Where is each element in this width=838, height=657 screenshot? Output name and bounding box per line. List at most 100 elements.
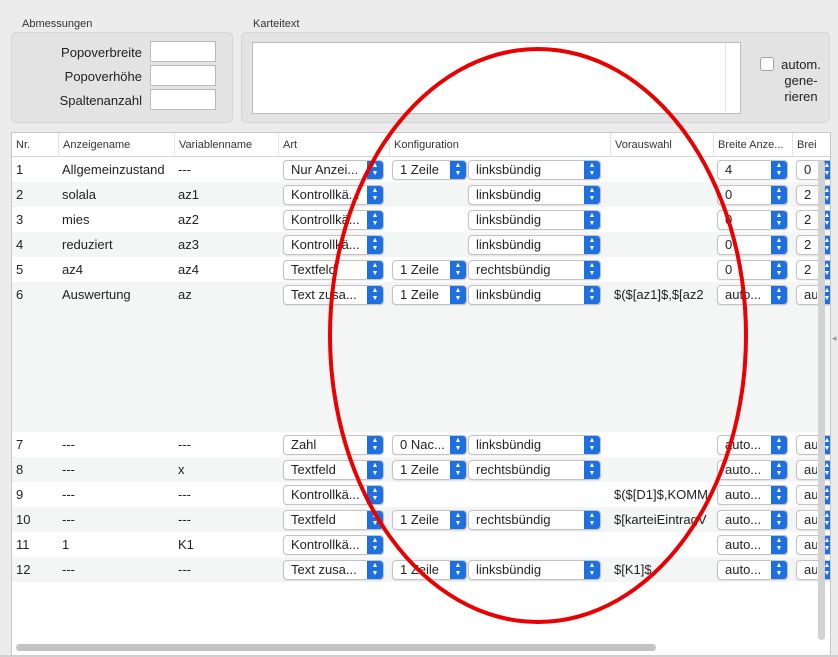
- resize-handle-icon[interactable]: ◂: [832, 333, 837, 344]
- display-width-popup[interactable]: auto... ▲ ▼: [717, 485, 788, 505]
- table-row[interactable]: 5 az4 az4 Textfeld ▲ ▼ 1 Zeile ▲ ▼ rechtsbündig ▲ ▼…: [12, 257, 830, 282]
- config-lines-popup-label: 1 Zeile: [400, 512, 440, 527]
- type-popup[interactable]: Textfeld ▲ ▼: [283, 510, 384, 530]
- table-row[interactable]: 8 --- x Textfeld ▲ ▼ 1 Zeile ▲ ▼ rechtsbündig ▲ ▼ au…: [12, 457, 830, 482]
- preselection: $($[D1]$,KOMM: [614, 487, 708, 502]
- display-name: solala: [62, 187, 96, 202]
- type-popup[interactable]: Kontrollkä... ▲ ▼: [283, 485, 384, 505]
- table-row[interactable]: 6 Auswertung az Text zusa... ▲ ▼ 1 Zeile ▲ ▼ link…: [12, 282, 830, 432]
- row-number: 9: [16, 487, 24, 502]
- width-2-popup[interactable]: au▲▼: [796, 285, 830, 305]
- column-header-art[interactable]: Art: [278, 133, 389, 157]
- display-width-popup[interactable]: 0 ▲ ▼: [717, 210, 788, 230]
- display-width-popup[interactable]: auto... ▲ ▼: [717, 535, 788, 555]
- width-2-popup[interactable]: 0 ▲ ▼: [796, 160, 830, 180]
- type-popup[interactable]: Kontrollkä... ▲ ▼: [283, 185, 384, 205]
- width-2-popup-label: au: [804, 512, 817, 527]
- display-width-popup[interactable]: 0 ▲ ▼: [717, 185, 788, 205]
- type-popup[interactable]: Kontrollkä... ▲ ▼: [283, 235, 384, 255]
- column-header-breite-anzeige[interactable]: Breite Anze...: [713, 133, 792, 157]
- config-align-popup[interactable]: linksbündig ▲ ▼: [468, 185, 601, 205]
- display-width-popup[interactable]: 0 ▲ ▼: [717, 235, 788, 255]
- config-lines-popup[interactable]: 1 Zeile ▲ ▼: [392, 160, 467, 180]
- config-align-popup[interactable]: linksbündig ▲ ▼: [468, 160, 601, 180]
- width-2-popup[interactable]: au▲▼: [796, 560, 830, 580]
- display-width-popup[interactable]: 4 ▲ ▼: [717, 160, 788, 180]
- display-width-popup[interactable]: auto... ▲ ▼: [717, 435, 788, 455]
- column-header-variablenname[interactable]: Variablenname: [174, 133, 278, 157]
- width-2-popup-label: 2: [804, 212, 812, 227]
- config-align-popup[interactable]: linksbündig ▲ ▼: [468, 235, 601, 255]
- popup-chevrons-icon: ▲ ▼: [584, 211, 600, 229]
- type-popup-label: Textfeld: [291, 512, 336, 527]
- config-align-popup[interactable]: linksbündig ▲ ▼: [468, 210, 601, 230]
- display-width-popup[interactable]: auto... ▲ ▼: [717, 510, 788, 530]
- width-2-popup[interactable]: 2 ▲ ▼: [796, 235, 830, 255]
- config-lines-popup[interactable]: 1 Zeile ▲ ▼: [392, 510, 467, 530]
- horizontal-scrollbar[interactable]: [16, 644, 656, 651]
- table-row[interactable]: 4 reduziert az3 Kontrollkä... ▲ ▼ linksbündig ▲…: [12, 232, 830, 257]
- table-row[interactable]: 10 --- --- Textfeld ▲ ▼ 1 Zeile ▲ ▼ rechtsbündig ▲…: [12, 507, 830, 532]
- display-width-popup[interactable]: auto... ▲ ▼: [717, 460, 788, 480]
- type-popup[interactable]: Kontrollkä... ▲ ▼: [283, 210, 384, 230]
- column-count-field[interactable]: [150, 89, 216, 110]
- auto-generate-checkbox[interactable]: [760, 57, 774, 71]
- type-popup-label: Zahl: [291, 437, 317, 452]
- config-lines-popup-label: 1 Zeile: [400, 287, 440, 302]
- display-width-popup-label: auto...: [725, 487, 762, 502]
- config-lines-popup[interactable]: 1 Zeile ▲ ▼: [392, 460, 467, 480]
- type-popup[interactable]: Textfeld ▲ ▼: [283, 260, 384, 280]
- table-row[interactable]: 7 --- --- Zahl ▲ ▼ 0 Nac... ▲ ▼ linksbündig ▲ ▼ auto…: [12, 432, 830, 457]
- table-row[interactable]: 111K1Kontrollkä...▲▼auto...▲▼au▲▼: [12, 532, 830, 557]
- config-lines-popup[interactable]: 1 Zeile ▲ ▼: [392, 560, 467, 580]
- popup-chevrons-icon: ▲ ▼: [771, 286, 787, 304]
- width-2-popup[interactable]: au▲▼: [796, 510, 830, 530]
- type-popup[interactable]: Nur Anzei... ▲ ▼: [283, 160, 384, 180]
- width-2-popup[interactable]: au▲▼: [796, 485, 830, 505]
- column-header-anzeigename[interactable]: Anzeigename: [58, 133, 174, 157]
- column-header-breite-2[interactable]: Brei: [792, 133, 830, 157]
- table-row[interactable]: 12 --- --- Text zusa... ▲ ▼ 1 Zeile ▲ ▼ linksbünd…: [12, 557, 830, 582]
- table-row[interactable]: 2 solala az1 Kontrollkä... ▲ ▼ linksbündig ▲ ▼ 0 ▲…: [12, 182, 830, 207]
- display-width-popup[interactable]: auto... ▲ ▼: [717, 560, 788, 580]
- column-header-konfiguration[interactable]: Konfiguration: [389, 133, 610, 157]
- width-2-popup[interactable]: 2 ▲ ▼: [796, 260, 830, 280]
- config-align-popup[interactable]: linksbündig ▲ ▼: [468, 285, 601, 305]
- config-align-popup[interactable]: rechtsbündig ▲ ▼: [468, 460, 601, 480]
- width-2-popup[interactable]: 2 ▲ ▼: [796, 210, 830, 230]
- karteitext-group: autom. gene-rieren: [241, 32, 830, 123]
- type-popup-label: Kontrollkä...: [291, 187, 360, 202]
- width-2-popup[interactable]: 2 ▲ ▼: [796, 185, 830, 205]
- display-width-popup[interactable]: auto... ▲ ▼: [717, 285, 788, 305]
- column-header-vorauswahl[interactable]: Vorauswahl: [610, 133, 713, 157]
- table-row[interactable]: 9 --- --- Kontrollkä... ▲ ▼ $($[D1]$,KOMM auto.…: [12, 482, 830, 507]
- config-lines-popup-label: 1 Zeile: [400, 162, 440, 177]
- karteitext-group-label: Karteitext: [253, 18, 300, 30]
- width-2-popup[interactable]: au▲▼: [796, 535, 830, 555]
- type-popup[interactable]: Text zusa... ▲ ▼: [283, 285, 384, 305]
- config-align-popup[interactable]: linksbündig ▲ ▼: [468, 560, 601, 580]
- display-name: az4: [62, 262, 83, 277]
- type-popup[interactable]: Textfeld ▲ ▼: [283, 460, 384, 480]
- popover-width-field[interactable]: [150, 41, 216, 62]
- width-2-popup[interactable]: au▲▼: [796, 435, 830, 455]
- config-align-popup[interactable]: linksbündig ▲ ▼: [468, 435, 601, 455]
- type-popup[interactable]: Zahl ▲ ▼: [283, 435, 384, 455]
- config-lines-popup[interactable]: 1 Zeile ▲ ▼: [392, 260, 467, 280]
- type-popup[interactable]: Text zusa... ▲ ▼: [283, 560, 384, 580]
- type-popup[interactable]: Kontrollkä... ▲ ▼: [283, 535, 384, 555]
- table-row[interactable]: 1 Allgemeinzustand --- Nur Anzei... ▲ ▼ 1 Zeil…: [12, 157, 830, 182]
- config-align-popup[interactable]: rechtsbündig ▲ ▼: [468, 260, 601, 280]
- popup-chevrons-icon: ▲ ▼: [584, 236, 600, 254]
- width-2-popup[interactable]: au▲▼: [796, 460, 830, 480]
- table-row[interactable]: 3 mies az2 Kontrollkä... ▲ ▼ linksbündig ▲ ▼ 0 ▲ ▼ 2…: [12, 207, 830, 232]
- vertical-scrollbar[interactable]: [818, 160, 825, 640]
- column-header-nr[interactable]: Nr.: [12, 133, 58, 157]
- config-lines-popup[interactable]: 0 Nac... ▲ ▼: [392, 435, 467, 455]
- popover-height-field[interactable]: [150, 65, 216, 86]
- config-align-popup[interactable]: rechtsbündig ▲ ▼: [468, 510, 601, 530]
- karteitext-textarea[interactable]: [252, 42, 741, 114]
- type-popup-label: Text zusa...: [291, 562, 357, 577]
- display-width-popup[interactable]: 0 ▲ ▼: [717, 260, 788, 280]
- config-lines-popup[interactable]: 1 Zeile ▲ ▼: [392, 285, 467, 305]
